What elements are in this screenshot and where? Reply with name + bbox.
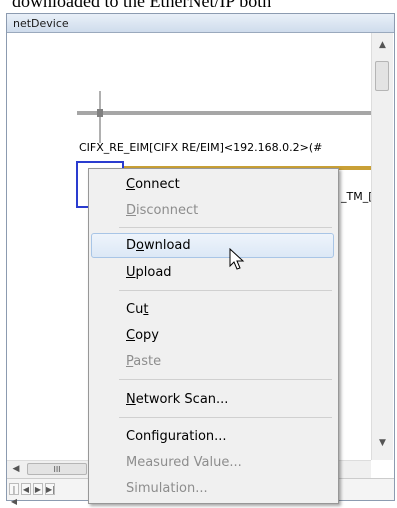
menu-separator <box>119 379 332 380</box>
mnemonic-p: P <box>126 354 134 369</box>
mnemonic-c: C <box>126 177 136 192</box>
menu-separator <box>119 227 332 228</box>
menu-item-network-scan[interactable]: Network Scan... <box>91 387 334 412</box>
menu-item-download[interactable]: Download <box>91 233 334 258</box>
scroll-left-button[interactable]: ◀ <box>9 461 23 477</box>
nav-next-button[interactable]: ▶ <box>33 483 43 495</box>
mnemonic-c: C <box>126 328 136 343</box>
mouse-pointer-icon <box>229 248 245 270</box>
device-label[interactable]: CIFX_RE_EIM[CIFX RE/EIM]<192.168.0.2>(# <box>79 141 322 154</box>
mnemonic-o: o <box>136 238 144 253</box>
nav-prev-button[interactable]: ◀ <box>21 483 31 495</box>
right-device-label[interactable]: _TM_[ <box>341 190 371 203</box>
menu-item-upload[interactable]: Upload <box>91 260 334 285</box>
mnemonic-u: U <box>126 265 136 280</box>
menu-item-configuration[interactable]: Configuration... <box>91 424 334 449</box>
vertical-scroll-thumb[interactable] <box>375 61 389 91</box>
mnemonic-d: D <box>126 203 137 218</box>
menu-item-copy[interactable]: Copy <box>91 323 334 348</box>
scroll-up-button[interactable]: ▲ <box>374 37 391 54</box>
mnemonic-n: N <box>126 392 136 407</box>
bus-drop-line <box>99 91 101 143</box>
menu-item-simulation[interactable]: Simulation... <box>91 476 334 501</box>
menu-item-paste[interactable]: Paste <box>91 349 334 374</box>
vertical-scrollbar[interactable]: ▲ ▼ <box>371 33 393 460</box>
horizontal-scroll-thumb[interactable]: III <box>27 463 87 475</box>
bus-connection-node[interactable] <box>97 109 103 117</box>
document-heading-text: downloaded to the EtherNet/IP both <box>12 0 272 11</box>
menu-separator <box>119 417 332 418</box>
mnemonic-t: t <box>143 302 149 317</box>
window-title-bar[interactable]: netDevice <box>7 14 394 33</box>
menu-item-cut[interactable]: Cut <box>91 297 334 322</box>
nav-first-button[interactable]: |◀ <box>9 483 19 506</box>
menu-separator <box>119 290 332 291</box>
network-bus-gray[interactable] <box>77 111 371 115</box>
context-menu: Connect Disconnect Download Upload Cut C… <box>88 168 339 504</box>
nav-last-button[interactable]: ▶| <box>45 483 55 495</box>
menu-item-measured-value[interactable]: Measured Value... <box>91 450 334 475</box>
menu-item-connect[interactable]: Connect <box>91 172 334 197</box>
window-title: netDevice <box>13 17 69 30</box>
scroll-down-button[interactable]: ▼ <box>374 435 391 452</box>
menu-item-disconnect[interactable]: Disconnect <box>91 198 334 223</box>
